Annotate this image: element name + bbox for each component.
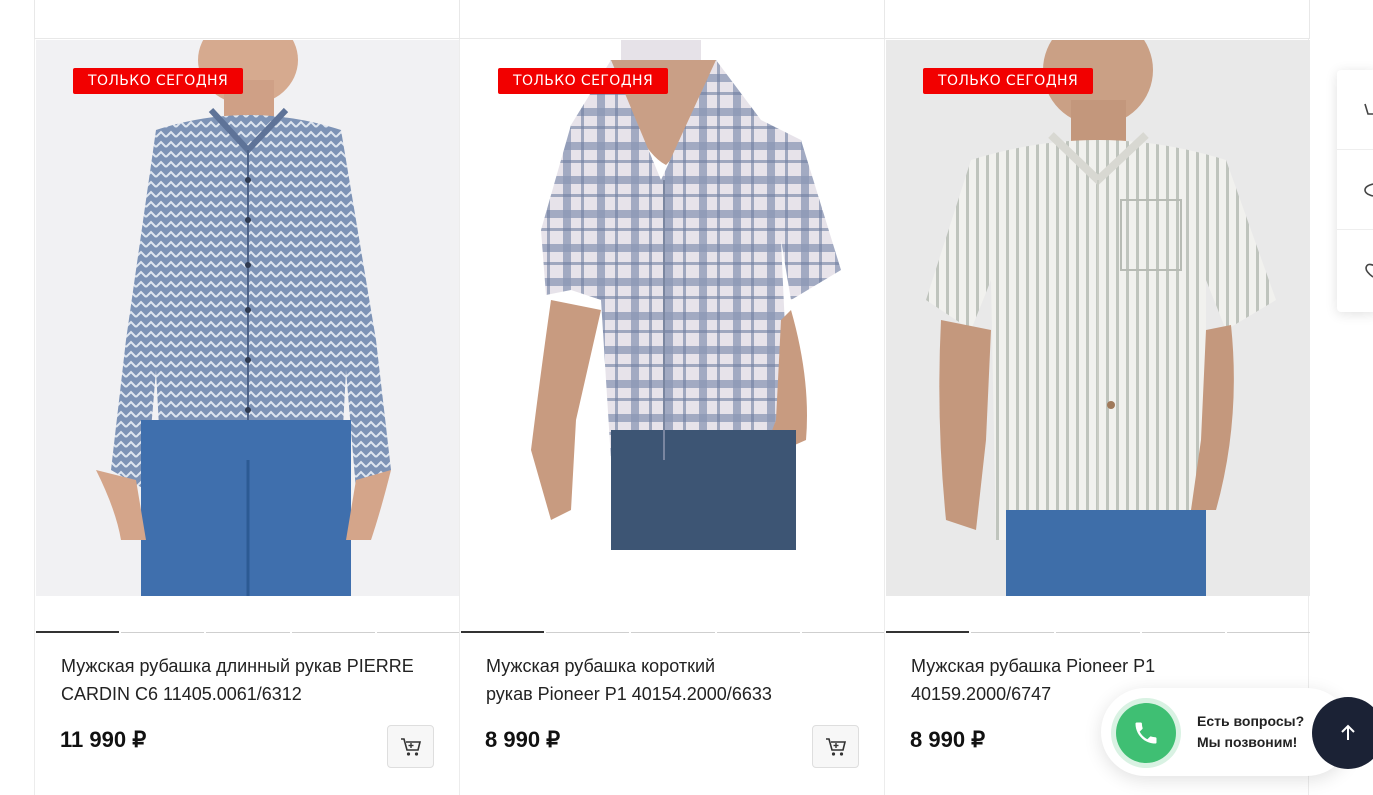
slider-dot[interactable] bbox=[36, 631, 120, 633]
cart-icon bbox=[400, 737, 421, 756]
shirt-photo-plaid-short-sleeve-icon bbox=[461, 40, 885, 596]
product-title-line: Мужская рубашка Pioneer P1 bbox=[911, 656, 1156, 676]
arrow-up-icon bbox=[1341, 724, 1355, 740]
cart-icon bbox=[825, 737, 846, 756]
product-title-line: CARDIN C6 11405.0061/6312 bbox=[61, 684, 302, 704]
product-photo[interactable]: ТОЛЬКО СЕГОДНЯ bbox=[461, 40, 885, 596]
slider-dot[interactable] bbox=[801, 632, 886, 633]
product-title-line: Мужская рубашка короткий bbox=[486, 656, 716, 676]
add-to-cart-button[interactable] bbox=[387, 725, 434, 768]
slider-dot[interactable] bbox=[546, 632, 630, 633]
slider-dot[interactable] bbox=[1141, 632, 1225, 633]
previous-card bbox=[884, 0, 1310, 39]
product-price: 8 990 ₽ bbox=[910, 727, 986, 752]
promo-badge: ТОЛЬКО СЕГОДНЯ bbox=[923, 68, 1094, 94]
previous-row-remnant bbox=[34, 0, 1310, 39]
product-title-line: Мужская рубашка длинный рукав PIERRE bbox=[61, 656, 414, 676]
slider-dot[interactable] bbox=[206, 632, 290, 633]
slider-dot[interactable] bbox=[291, 632, 375, 633]
previous-card bbox=[459, 0, 884, 39]
cart-icon bbox=[1364, 103, 1373, 115]
product-price: 11 990 ₽ bbox=[60, 727, 147, 752]
slider-dot[interactable] bbox=[886, 631, 970, 633]
slider-dot[interactable] bbox=[376, 632, 461, 633]
phone-icon bbox=[1135, 722, 1157, 744]
callback-line: Мы позвоним! bbox=[1197, 734, 1298, 750]
callback-text: Есть вопросы? Мы позвоним! bbox=[1197, 711, 1304, 753]
slider-dot[interactable] bbox=[1226, 632, 1311, 633]
side-compare-button[interactable] bbox=[1337, 150, 1373, 230]
image-slider-indicators[interactable] bbox=[36, 631, 461, 633]
product-photo[interactable]: ТОЛЬКО СЕГОДНЯ bbox=[36, 40, 460, 596]
slider-dot[interactable] bbox=[1056, 632, 1140, 633]
product-card[interactable]: ТОЛЬКО СЕГОДНЯ Мужская рубашка короткий … bbox=[459, 39, 886, 795]
product-card[interactable]: ТОЛЬКО СЕГОДНЯ Мужская рубашка длинный р… bbox=[34, 39, 461, 795]
shirt-photo-blue-long-sleeve-icon bbox=[36, 40, 460, 596]
catalog-page: ТОЛЬКО СЕГОДНЯ Мужская рубашка длинный р… bbox=[0, 0, 1373, 795]
slider-dot[interactable] bbox=[971, 632, 1055, 633]
side-favorites-button[interactable] bbox=[1337, 230, 1373, 310]
product-title[interactable]: Мужская рубашка длинный рукав PIERRE CAR… bbox=[61, 652, 431, 708]
product-grid: ТОЛЬКО СЕГОДНЯ Мужская рубашка длинный р… bbox=[34, 39, 1311, 795]
slider-dot[interactable] bbox=[121, 632, 205, 633]
shirt-photo-striped-short-sleeve-icon bbox=[886, 40, 1310, 596]
slider-dot[interactable] bbox=[461, 631, 545, 633]
call-button[interactable] bbox=[1116, 703, 1176, 763]
promo-badge: ТОЛЬКО СЕГОДНЯ bbox=[498, 68, 669, 94]
promo-badge: ТОЛЬКО СЕГОДНЯ bbox=[73, 68, 244, 94]
callback-line: Есть вопросы? bbox=[1197, 713, 1305, 729]
side-actions-panel bbox=[1337, 70, 1373, 312]
slider-dot[interactable] bbox=[716, 632, 800, 633]
slider-dot[interactable] bbox=[631, 632, 715, 633]
product-card[interactable]: ТОЛЬКО СЕГОДНЯ Мужская рубашка Pioneer P… bbox=[884, 39, 1311, 795]
compare-icon bbox=[1364, 182, 1373, 197]
product-price: 8 990 ₽ bbox=[485, 727, 561, 752]
side-cart-button[interactable] bbox=[1337, 70, 1373, 150]
image-slider-indicators[interactable] bbox=[461, 631, 886, 633]
product-title-line: рукав Pioneer P1 40154.2000/6633 bbox=[486, 684, 772, 704]
product-photo[interactable]: ТОЛЬКО СЕГОДНЯ bbox=[886, 40, 1310, 596]
previous-card bbox=[34, 0, 459, 39]
product-title[interactable]: Мужская рубашка короткий рукав Pioneer P… bbox=[486, 652, 856, 708]
heart-icon bbox=[1365, 263, 1373, 278]
image-slider-indicators[interactable] bbox=[886, 631, 1311, 633]
add-to-cart-button[interactable] bbox=[812, 725, 859, 768]
